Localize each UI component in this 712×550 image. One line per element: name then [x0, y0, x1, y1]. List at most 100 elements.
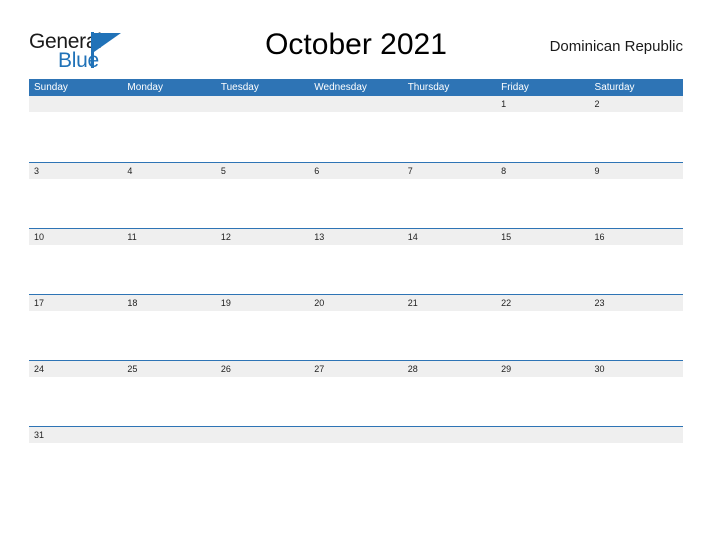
day-cell-date[interactable]: 8	[496, 163, 589, 179]
day-note-cell[interactable]	[216, 112, 309, 161]
day-note-cell[interactable]	[309, 377, 402, 426]
day-note-cell[interactable]	[309, 245, 402, 294]
day-cell-date[interactable]: 2	[590, 96, 683, 112]
day-cell-date[interactable]: 27	[309, 361, 402, 377]
day-note-cell[interactable]	[216, 245, 309, 294]
day-cell-date[interactable]	[29, 96, 122, 112]
week-note-area	[29, 112, 683, 161]
day-note-cell[interactable]	[216, 377, 309, 426]
day-cell-date[interactable]	[216, 96, 309, 112]
day-cell-date[interactable]: 6	[309, 163, 402, 179]
day-cell-date[interactable]	[496, 427, 589, 443]
day-cell-date[interactable]: 4	[122, 163, 215, 179]
day-cell-date[interactable]: 19	[216, 295, 309, 311]
day-note-cell[interactable]	[29, 443, 122, 492]
day-cell-date[interactable]	[309, 427, 402, 443]
day-cell-date[interactable]	[216, 427, 309, 443]
week-note-area	[29, 311, 683, 360]
day-note-cell[interactable]	[403, 311, 496, 360]
day-note-cell[interactable]	[590, 179, 683, 228]
day-note-cell[interactable]	[309, 443, 402, 492]
day-note-cell[interactable]	[496, 179, 589, 228]
day-cell-date[interactable]: 9	[590, 163, 683, 179]
day-note-cell[interactable]	[216, 179, 309, 228]
day-note-cell[interactable]	[590, 377, 683, 426]
day-note-cell[interactable]	[309, 112, 402, 161]
day-cell-date[interactable]: 15	[496, 229, 589, 245]
calendar-week-row: 3 4 5 6 7 8 9	[29, 162, 683, 228]
day-cell-date[interactable]: 21	[403, 295, 496, 311]
calendar-page: General Blue October 2021 Dominican Repu…	[0, 0, 712, 550]
day-cell-date[interactable]: 24	[29, 361, 122, 377]
day-cell-date[interactable]: 23	[590, 295, 683, 311]
day-cell-date[interactable]: 18	[122, 295, 215, 311]
weekday-header-sunday: Sunday	[34, 82, 68, 93]
calendar-week-row: 31	[29, 426, 683, 492]
day-cell-date[interactable]: 25	[122, 361, 215, 377]
day-cell-date[interactable]: 29	[496, 361, 589, 377]
day-note-cell[interactable]	[590, 311, 683, 360]
day-cell-date[interactable]	[403, 427, 496, 443]
day-cell-date[interactable]: 26	[216, 361, 309, 377]
weekday-header-saturday: Saturday	[594, 82, 635, 93]
day-cell-date[interactable]: 7	[403, 163, 496, 179]
day-cell-date[interactable]	[403, 96, 496, 112]
day-cell-date[interactable]: 3	[29, 163, 122, 179]
day-note-cell[interactable]	[29, 112, 122, 161]
day-note-cell[interactable]	[29, 377, 122, 426]
day-note-cell[interactable]	[29, 311, 122, 360]
day-note-cell[interactable]	[122, 112, 215, 161]
day-cell-date[interactable]	[590, 427, 683, 443]
week-note-area	[29, 245, 683, 294]
calendar-week-row: 1 2	[29, 96, 683, 162]
day-cell-date[interactable]: 16	[590, 229, 683, 245]
day-note-cell[interactable]	[29, 179, 122, 228]
day-cell-date[interactable]: 20	[309, 295, 402, 311]
day-cell-date[interactable]: 22	[496, 295, 589, 311]
weekday-header-friday: Friday	[501, 82, 529, 93]
day-cell-date[interactable]: 5	[216, 163, 309, 179]
day-note-cell[interactable]	[403, 443, 496, 492]
day-cell-date[interactable]: 1	[496, 96, 589, 112]
day-note-cell[interactable]	[216, 311, 309, 360]
day-note-cell[interactable]	[122, 245, 215, 294]
day-cell-date[interactable]	[122, 427, 215, 443]
day-note-cell[interactable]	[122, 311, 215, 360]
day-note-cell[interactable]	[496, 112, 589, 161]
calendar-week-row: 10 11 12 13 14 15 16	[29, 228, 683, 294]
day-note-cell[interactable]	[496, 377, 589, 426]
day-cell-date[interactable]: 13	[309, 229, 402, 245]
day-note-cell[interactable]	[216, 443, 309, 492]
calendar-week-row: 24 25 26 27 28 29 30	[29, 360, 683, 426]
day-note-cell[interactable]	[496, 245, 589, 294]
week-date-strip: 10 11 12 13 14 15 16	[29, 228, 683, 245]
day-cell-date[interactable]: 28	[403, 361, 496, 377]
day-cell-date[interactable]: 30	[590, 361, 683, 377]
day-note-cell[interactable]	[403, 377, 496, 426]
day-note-cell[interactable]	[403, 112, 496, 161]
day-note-cell[interactable]	[122, 179, 215, 228]
day-note-cell[interactable]	[496, 443, 589, 492]
day-note-cell[interactable]	[122, 443, 215, 492]
day-note-cell[interactable]	[590, 443, 683, 492]
day-cell-date[interactable]: 31	[29, 427, 122, 443]
day-cell-date[interactable]	[122, 96, 215, 112]
day-note-cell[interactable]	[590, 245, 683, 294]
day-note-cell[interactable]	[590, 112, 683, 161]
day-note-cell[interactable]	[29, 245, 122, 294]
day-cell-date[interactable]	[309, 96, 402, 112]
day-cell-date[interactable]: 10	[29, 229, 122, 245]
day-note-cell[interactable]	[403, 245, 496, 294]
day-cell-date[interactable]: 11	[122, 229, 215, 245]
day-note-cell[interactable]	[403, 179, 496, 228]
day-note-cell[interactable]	[309, 311, 402, 360]
week-date-strip: 31	[29, 426, 683, 443]
day-note-cell[interactable]	[309, 179, 402, 228]
day-cell-date[interactable]: 12	[216, 229, 309, 245]
day-cell-date[interactable]: 14	[403, 229, 496, 245]
calendar-week-row: 17 18 19 20 21 22 23	[29, 294, 683, 360]
day-cell-date[interactable]: 17	[29, 295, 122, 311]
day-note-cell[interactable]	[122, 377, 215, 426]
weekday-header-monday: Monday	[127, 82, 163, 93]
day-note-cell[interactable]	[496, 311, 589, 360]
